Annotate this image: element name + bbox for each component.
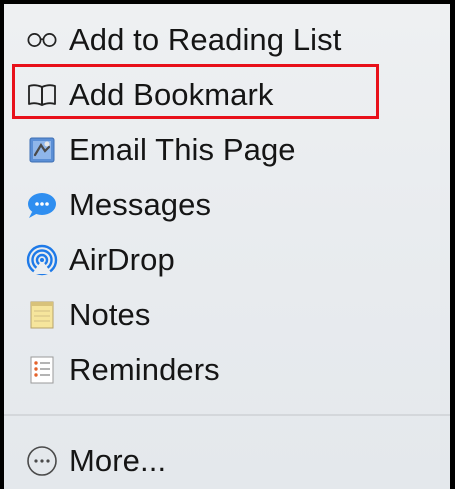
- menu-item-label: AirDrop: [69, 242, 175, 277]
- airdrop-icon: [26, 244, 58, 276]
- menu-item-add-bookmark[interactable]: Add Bookmark: [4, 67, 450, 123]
- menu-item-more[interactable]: More...: [4, 433, 450, 489]
- menu-item-add-to-reading-list[interactable]: Add to Reading List: [4, 12, 450, 68]
- share-menu: Add to Reading List Add Bookmark Email T…: [4, 4, 450, 489]
- menu-item-label: Reminders: [69, 352, 220, 387]
- menu-item-reminders[interactable]: Reminders: [4, 342, 450, 398]
- messages-bubble-icon: [26, 189, 58, 221]
- screenshot-frame: Add to Reading List Add Bookmark Email T…: [0, 0, 455, 489]
- menu-item-label: Email This Page: [69, 132, 296, 167]
- open-book-icon: [26, 79, 58, 111]
- menu-item-messages[interactable]: Messages: [4, 177, 450, 233]
- menu-item-airdrop[interactable]: AirDrop: [4, 232, 450, 288]
- menu-item-notes[interactable]: Notes: [4, 287, 450, 343]
- ellipsis-circle-icon: [26, 445, 58, 477]
- menu-item-email-this-page[interactable]: Email This Page: [4, 122, 450, 178]
- menu-item-label: Add Bookmark: [69, 77, 274, 112]
- notes-pad-icon: [26, 299, 58, 331]
- reminders-list-icon: [26, 354, 58, 386]
- menu-item-label: More...: [69, 443, 167, 478]
- menu-item-label: Messages: [69, 187, 212, 222]
- menu-item-label: Add to Reading List: [69, 22, 342, 57]
- menu-separator: [4, 414, 450, 416]
- mail-stamp-icon: [26, 134, 58, 166]
- menu-item-label: Notes: [69, 297, 151, 332]
- reading-glasses-icon: [26, 24, 58, 56]
